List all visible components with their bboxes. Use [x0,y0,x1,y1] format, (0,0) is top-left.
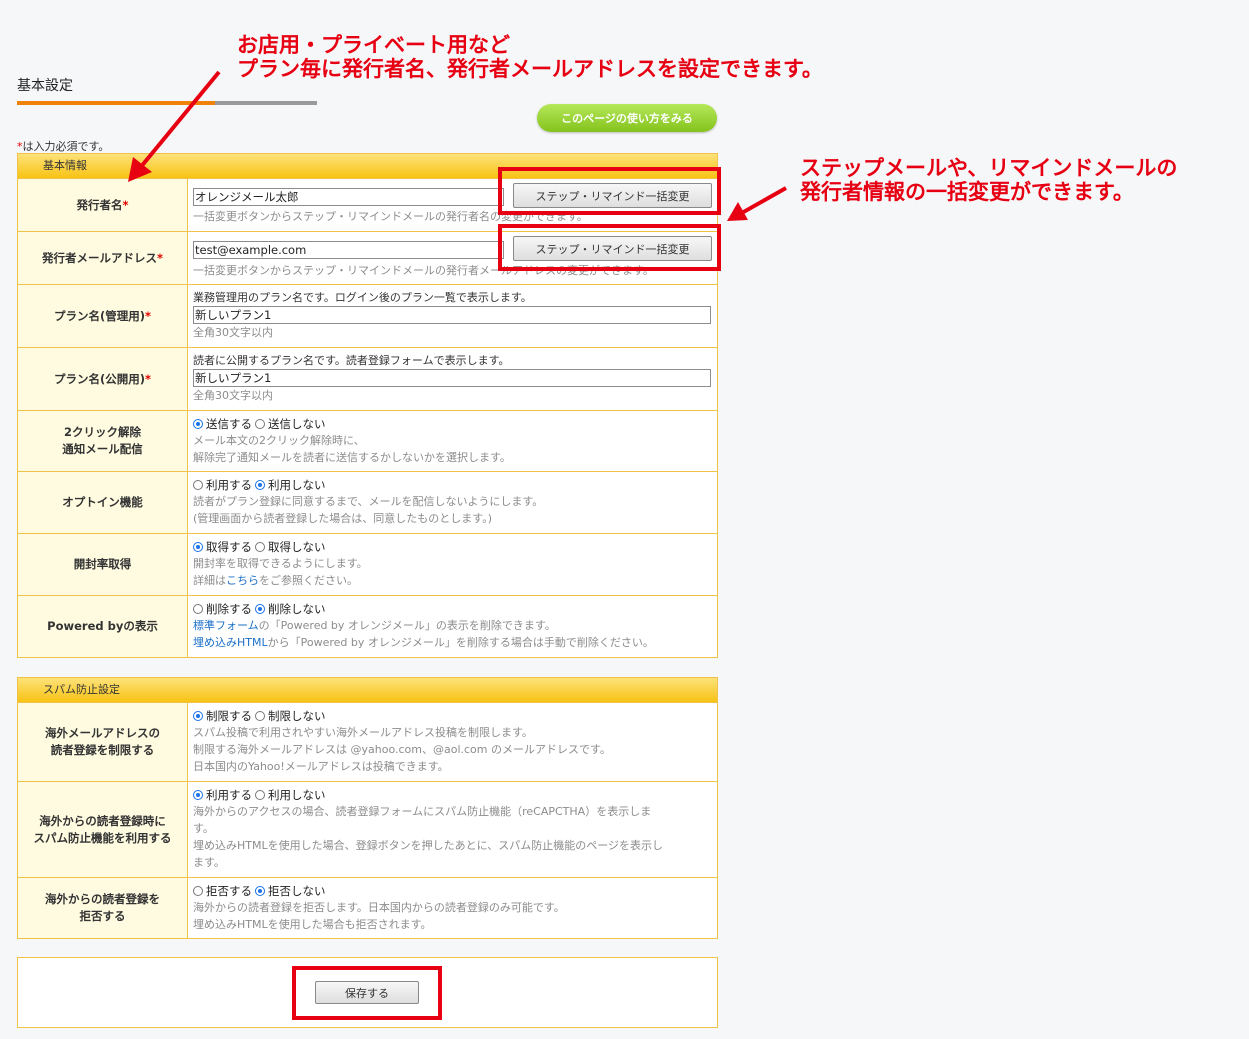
arrow-icon-right [727,186,787,221]
annotation-arrows [128,70,787,221]
arrow-icon-top [128,70,221,182]
